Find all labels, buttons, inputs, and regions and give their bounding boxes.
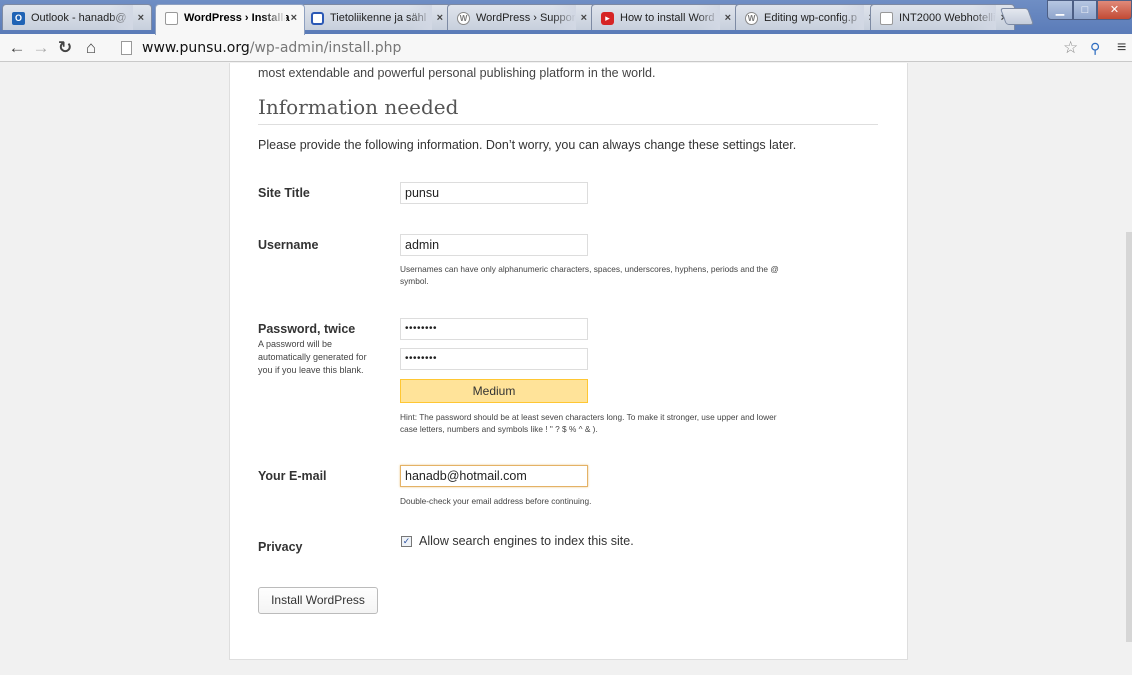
tab-wordpress-install[interactable]: WordPress › Installa × [155, 4, 305, 35]
username-input[interactable]: admin [400, 234, 588, 256]
home-icon[interactable]: ⌂ [80, 37, 102, 59]
password-hint-line: Hint: The password should be at least se… [400, 412, 777, 422]
tab-strip: O Outlook - hanadb@ × Tietoliikenne ja s… [0, 0, 1132, 35]
url-text: www.punsu.org/wp-admin/install.php [142, 37, 401, 59]
install-wordpress-button[interactable]: Install WordPress [258, 587, 378, 614]
privacy-label: Privacy [258, 540, 303, 554]
email-label: Your E-mail [258, 469, 327, 483]
new-tab-button[interactable] [999, 8, 1035, 25]
site-title-label: Site Title [258, 186, 310, 200]
tab-youtube[interactable]: ▸ How to install Word × [591, 4, 739, 30]
instructions-text: Please provide the following information… [258, 138, 797, 152]
bookmark-star-icon[interactable]: ☆ [1063, 37, 1078, 59]
intro-text: most extendable and powerful personal pu… [258, 66, 656, 80]
tab-close-icon[interactable]: × [725, 5, 731, 30]
password-input[interactable]: •••••••• [400, 318, 588, 340]
page-icon [880, 12, 893, 25]
password-strength-meter: Medium [400, 379, 588, 403]
site-title-input[interactable]: punsu [400, 182, 588, 204]
password-label: Password, twice [258, 322, 356, 336]
forward-arrow-icon[interactable]: → [30, 37, 52, 59]
password-sublabel-line: automatically generated for [258, 352, 367, 362]
page-icon [165, 12, 178, 25]
page-title: Information needed [258, 95, 459, 119]
username-hint-line: Usernames can have only alphanumeric cha… [400, 264, 779, 274]
tab-close-icon[interactable]: × [581, 5, 587, 30]
url-path: /wp-admin/install.php [249, 40, 402, 56]
username-label: Username [258, 238, 319, 252]
page-viewport: most extendable and powerful personal pu… [7, 63, 1125, 675]
wordpress-icon: W [745, 12, 758, 25]
divider [258, 124, 878, 125]
minimize-button[interactable]: ▁ [1047, 0, 1073, 20]
maximize-button[interactable]: □ [1073, 0, 1097, 20]
username-hint-line: symbol. [400, 276, 429, 286]
outlook-icon: O [12, 12, 25, 25]
privacy-checkbox[interactable]: ✓ [401, 536, 412, 547]
password-confirm-input[interactable]: •••••••• [400, 348, 588, 370]
menu-icon[interactable]: ≡ [1117, 37, 1126, 59]
tab-close-icon[interactable]: × [437, 5, 443, 30]
browser-toolbar: ← → ↻ ⌂ www.punsu.org/wp-admin/install.p… [0, 34, 1132, 62]
tab-wordpress-support[interactable]: W WordPress › Suppor × [447, 4, 595, 30]
tab-close-icon[interactable]: × [291, 5, 297, 31]
page-icon [121, 41, 132, 55]
search-icon[interactable]: ⚲ [1090, 37, 1100, 59]
password-sublabel-line: you if you leave this blank. [258, 365, 364, 375]
password-hint-line: case letters, numbers and symbols like !… [400, 424, 598, 434]
back-arrow-icon[interactable]: ← [6, 37, 28, 59]
youtube-icon: ▸ [601, 12, 614, 25]
password-hint: Hint: The password should be at least se… [400, 411, 870, 435]
address-bar[interactable]: www.punsu.org/wp-admin/install.php [117, 37, 1062, 59]
username-hint: Usernames can have only alphanumeric cha… [400, 263, 870, 287]
close-window-button[interactable]: ✕ [1097, 0, 1132, 20]
tab-outlook[interactable]: O Outlook - hanadb@ × [2, 4, 152, 30]
tab-tietoliikenne[interactable]: Tietoliikenne ja sähl × [301, 4, 451, 30]
install-form-card: most extendable and powerful personal pu… [229, 63, 908, 660]
privacy-checkbox-label[interactable]: Allow search engines to index this site. [419, 534, 634, 548]
wordpress-icon: W [457, 12, 470, 25]
url-host: www.punsu.org [142, 40, 250, 56]
password-sublabel: A password will be automatically generat… [258, 338, 388, 377]
email-input[interactable]: hanadb@hotmail.com [400, 465, 588, 487]
password-sublabel-line: A password will be [258, 339, 333, 349]
tab-close-icon[interactable]: × [138, 5, 144, 30]
tab-int2000[interactable]: INT2000 Webhotelli × [870, 4, 1015, 30]
scrollbar-thumb[interactable] [1126, 232, 1132, 642]
reload-icon[interactable]: ↻ [54, 37, 76, 59]
blue-square-icon [311, 12, 324, 25]
tab-editing-wp-config[interactable]: W Editing wp-config.p × [735, 4, 883, 30]
email-hint: Double-check your email address before c… [400, 496, 592, 506]
